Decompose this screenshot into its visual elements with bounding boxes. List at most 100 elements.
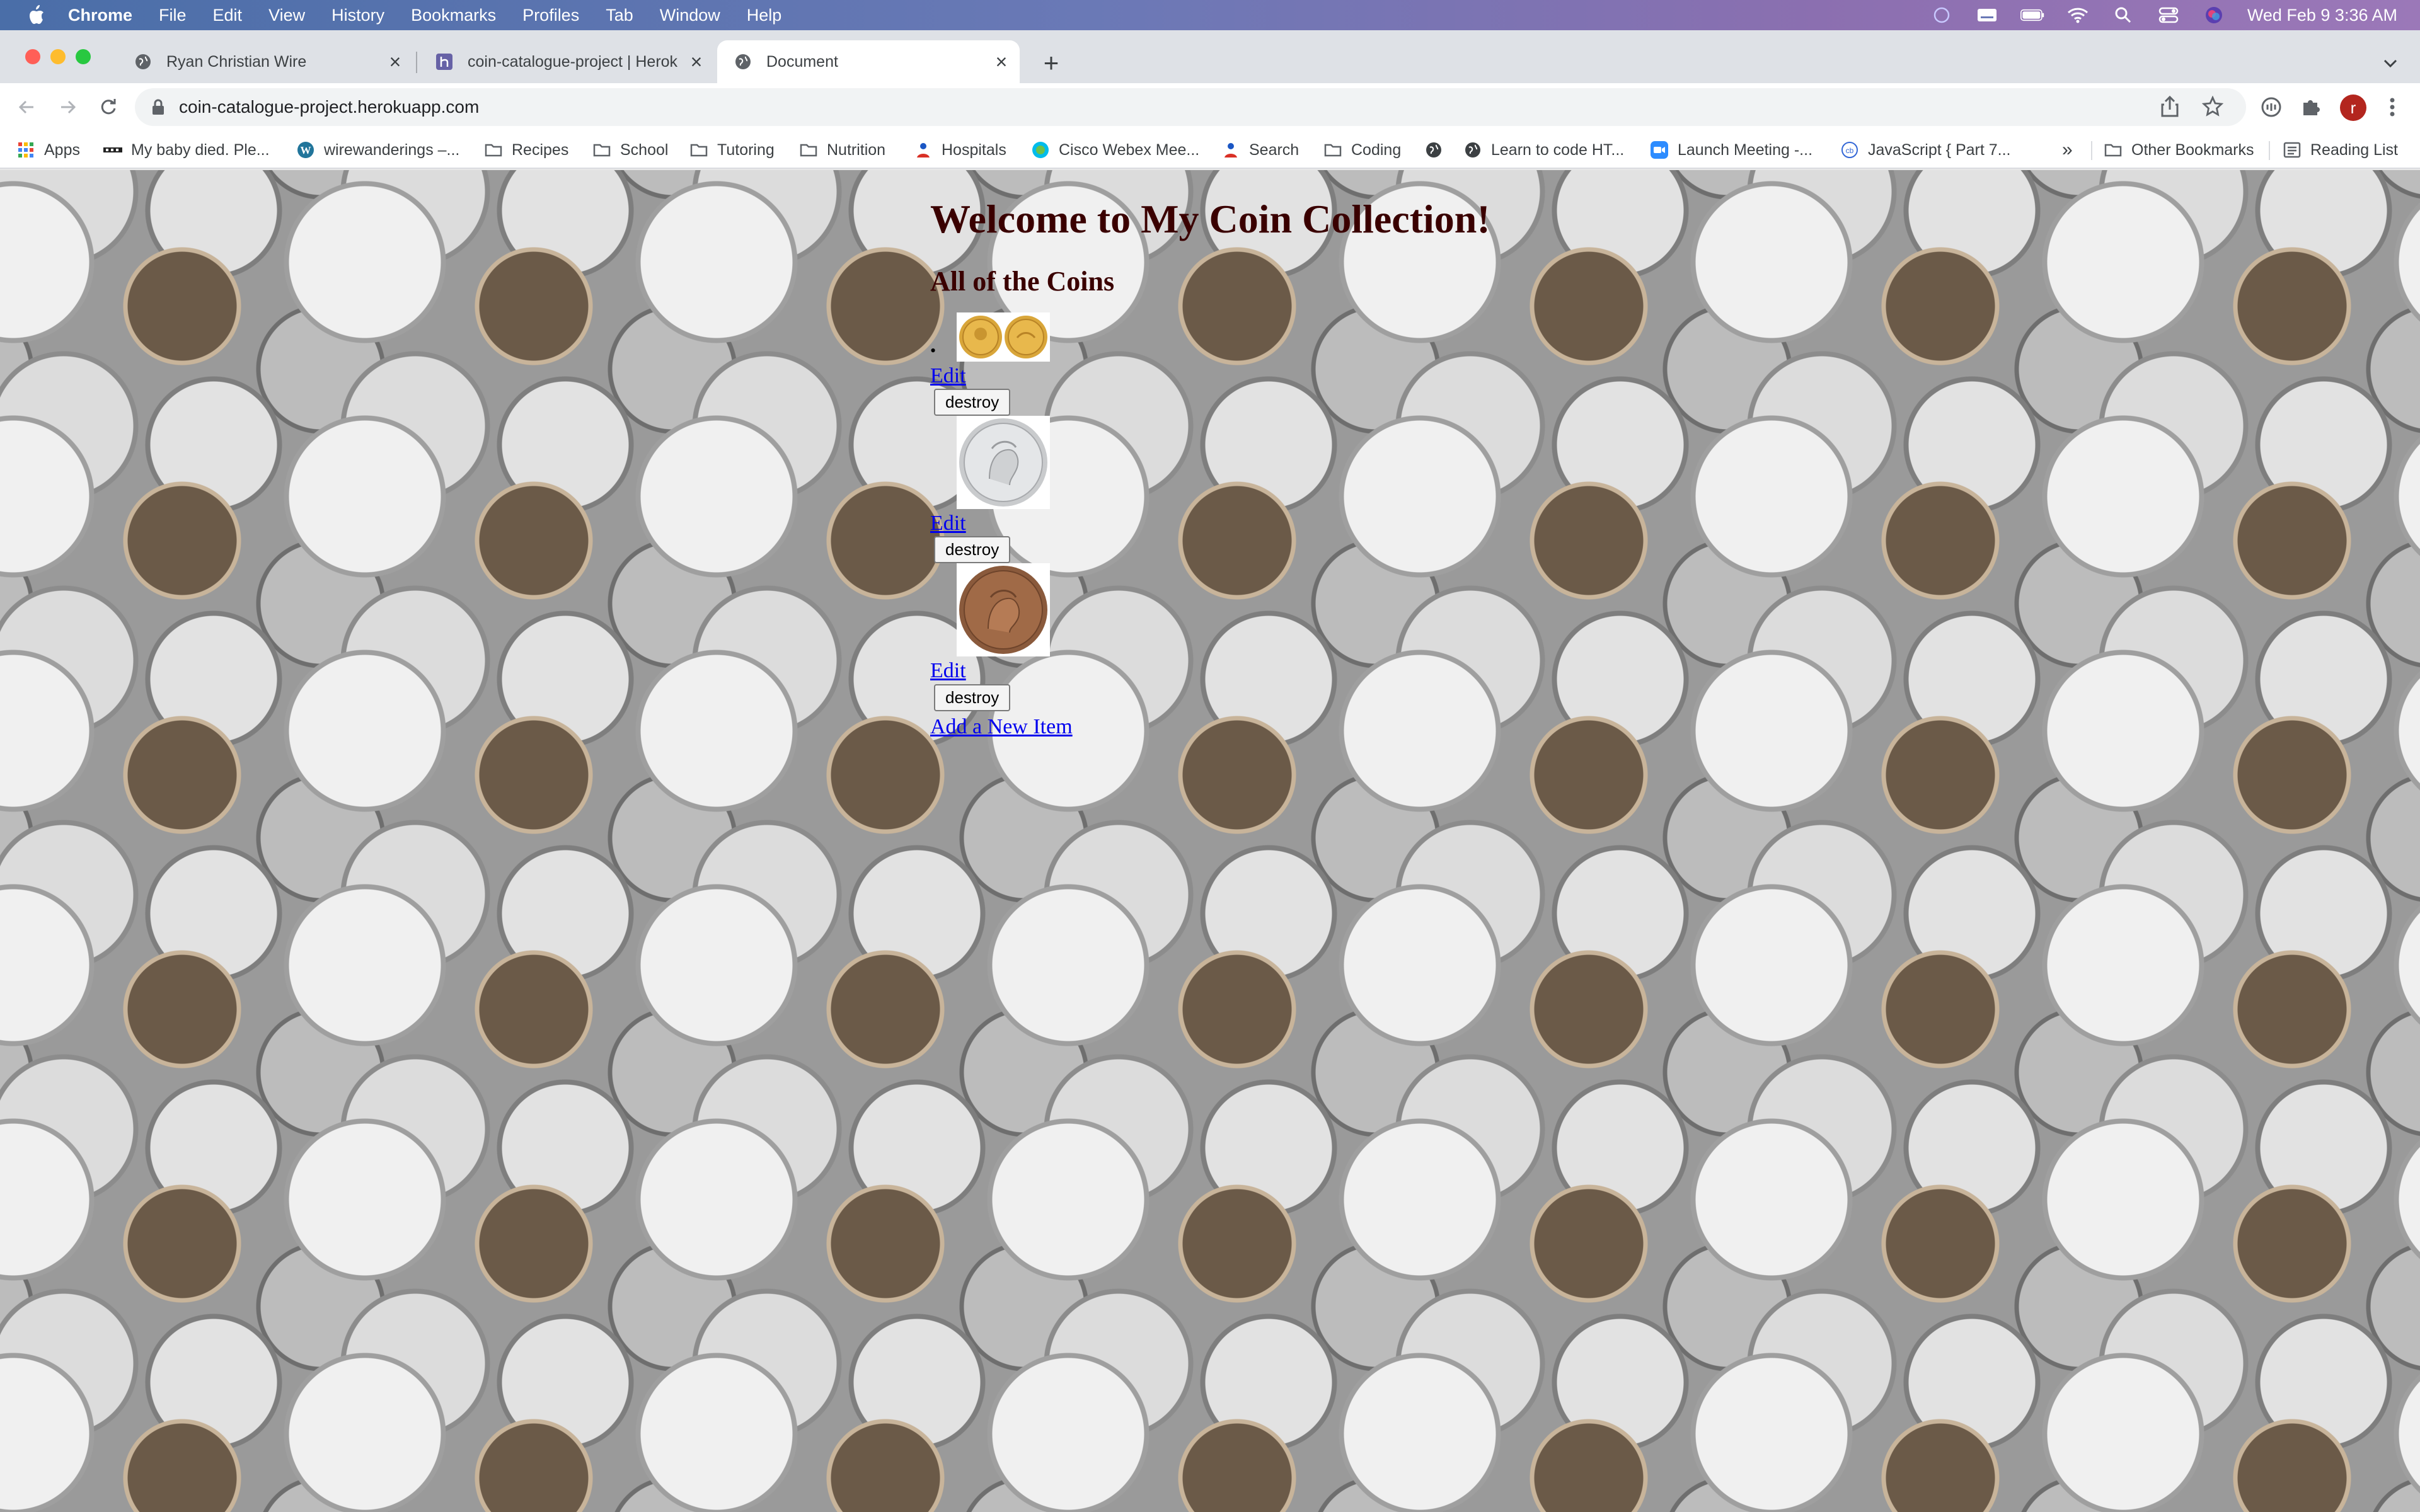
lock-icon[interactable]: [149, 98, 168, 117]
bookmark-gofundme[interactable]: My baby died. Ple...: [103, 139, 270, 161]
folder-icon: [799, 140, 818, 159]
close-icon[interactable]: ×: [386, 50, 405, 73]
bookmark-globe[interactable]: [1424, 139, 1452, 161]
menu-edit[interactable]: Edit: [213, 6, 243, 25]
macos-menu-bar: Chrome File Edit View History Bookmarks …: [0, 0, 2420, 30]
profile-avatar[interactable]: r: [2340, 94, 2366, 121]
omnibox-actions: [2160, 95, 2224, 120]
webex-icon: [1031, 140, 1050, 159]
gofundme-icon: [103, 140, 122, 159]
window-minimize-button[interactable]: [50, 49, 66, 64]
close-icon[interactable]: ×: [992, 50, 1011, 73]
bookmarks-overflow-button[interactable]: »: [2062, 139, 2073, 161]
bookmark-label: JavaScript { Part 7...: [1868, 140, 2011, 159]
svg-text:W: W: [301, 144, 311, 156]
bookmark-star-icon[interactable]: [2201, 95, 2224, 120]
menu-bookmarks[interactable]: Bookmarks: [411, 6, 496, 25]
menu-view[interactable]: View: [268, 6, 305, 25]
menu-history[interactable]: History: [331, 6, 384, 25]
bookmark-launch-meeting[interactable]: Launch Meeting -...: [1650, 139, 1812, 161]
bookmarks-bar: Apps My baby died. Ple... W wirewanderin…: [0, 131, 2420, 169]
keyboard-icon[interactable]: [1975, 6, 1999, 25]
siri-icon[interactable]: [2202, 6, 2226, 25]
bookmark-label: Other Bookmarks: [2131, 140, 2254, 159]
bookmark-cisco-webex[interactable]: Cisco Webex Mee...: [1031, 139, 1199, 161]
destroy-button[interactable]: destroy: [934, 684, 1011, 711]
window-zoom-button[interactable]: [76, 49, 91, 64]
menu-app-name[interactable]: Chrome: [68, 6, 132, 25]
new-tab-button[interactable]: +: [1039, 48, 1064, 77]
menu-file[interactable]: File: [159, 6, 187, 25]
list-item: • Edit destroy: [930, 312, 1490, 416]
tab-search-chevron-icon[interactable]: [2380, 53, 2401, 74]
reading-list-button[interactable]: Reading List: [2283, 139, 2398, 161]
destroy-button[interactable]: destroy: [934, 388, 1011, 416]
forward-button[interactable]: [55, 94, 81, 120]
edit-link[interactable]: Edit: [930, 364, 966, 387]
menu-help[interactable]: Help: [747, 6, 782, 25]
close-icon[interactable]: ×: [687, 50, 706, 73]
bookmark-apps[interactable]: Apps: [16, 139, 80, 161]
bookmark-hospitals[interactable]: Hospitals: [914, 139, 1006, 161]
window-close-button[interactable]: [25, 49, 40, 64]
bookmark-folder-school[interactable]: School: [592, 139, 668, 161]
menu-window[interactable]: Window: [660, 6, 720, 25]
tab-ryan-christian-wire[interactable]: Ryan Christian Wire ×: [117, 40, 413, 83]
menu-tab[interactable]: Tab: [606, 6, 633, 25]
list-bullet: •: [930, 341, 936, 360]
tab-document[interactable]: Document ×: [717, 40, 1020, 83]
edit-link[interactable]: Edit: [930, 512, 966, 535]
focus-moon-icon[interactable]: [1930, 6, 1954, 25]
puzzle-extensions-icon[interactable]: [2298, 94, 2323, 120]
extension-icon[interactable]: [2259, 94, 2284, 120]
bookmark-javascript[interactable]: cb JavaScript { Part 7...: [1840, 139, 2011, 161]
globe-icon: [1463, 140, 1482, 159]
edit-link[interactable]: Edit: [930, 659, 966, 682]
status-area: Wed Feb 9 3:36 AM: [1930, 0, 2397, 30]
bookmark-label: Launch Meeting -...: [1678, 140, 1813, 159]
bookmark-folder-recipes[interactable]: Recipes: [484, 139, 568, 161]
bookmark-other-bookmarks[interactable]: Other Bookmarks: [2104, 139, 2254, 161]
tab-strip: Ryan Christian Wire × coin-catalogue-pro…: [0, 30, 2420, 83]
add-new-item-link[interactable]: Add a New Item: [930, 715, 1073, 739]
reload-button[interactable]: [96, 94, 121, 120]
bookmark-search[interactable]: Search: [1221, 139, 1299, 161]
bookmark-wirewanderings[interactable]: W wirewanderings –...: [296, 139, 459, 161]
address-bar[interactable]: coin-catalogue-project.herokuapp.com: [135, 88, 2246, 126]
battery-icon[interactable]: [2020, 6, 2044, 25]
bookmark-folder-tutoring[interactable]: Tutoring: [689, 139, 775, 161]
list-item: Edit destroy: [930, 563, 1490, 711]
wifi-icon[interactable]: [2066, 6, 2090, 25]
page-title: Welcome to My Coin Collection!: [930, 197, 1490, 241]
bookmarks-divider: [2269, 141, 2270, 160]
url-text[interactable]: coin-catalogue-project.herokuapp.com: [179, 97, 479, 117]
section-heading: All of the Coins: [930, 265, 1115, 297]
bookmark-label: Hospitals: [942, 140, 1006, 159]
bookmark-label: Search: [1249, 140, 1299, 159]
bookmark-folder-coding[interactable]: Coding: [1323, 139, 1401, 161]
menu-clock[interactable]: Wed Feb 9 3:36 AM: [2247, 6, 2397, 25]
tab-title: Document: [766, 52, 838, 71]
back-button[interactable]: [14, 94, 39, 120]
globe-icon: [734, 52, 752, 71]
coin-image-copper: [957, 563, 1050, 657]
bookmark-folder-nutrition[interactable]: Nutrition: [799, 139, 885, 161]
kebab-menu-icon[interactable]: [2380, 94, 2405, 120]
folder-icon: [484, 140, 503, 159]
menu-profiles[interactable]: Profiles: [522, 6, 579, 25]
apple-icon[interactable]: [26, 4, 45, 26]
bookmark-learn-to-code[interactable]: Learn to code HT...: [1463, 139, 1624, 161]
control-center-icon[interactable]: [2157, 6, 2181, 25]
share-icon[interactable]: [2160, 95, 2179, 120]
coin-image-gold-pair: [957, 312, 1050, 362]
tab-coin-catalogue-heroku[interactable]: coin-catalogue-project | Herok ×: [418, 40, 715, 83]
globe-icon: [1424, 140, 1443, 159]
web-page: Welcome to My Coin Collection! All of th…: [0, 170, 2420, 1512]
destroy-button[interactable]: destroy: [934, 536, 1011, 564]
folder-icon: [592, 140, 611, 159]
wordpress-icon: W: [296, 140, 315, 159]
spotlight-search-icon[interactable]: [2111, 6, 2135, 25]
tab-title: coin-catalogue-project | Herok: [468, 52, 678, 71]
bookmarks-divider: [2091, 141, 2092, 160]
overflow-chevron: »: [2062, 139, 2073, 160]
